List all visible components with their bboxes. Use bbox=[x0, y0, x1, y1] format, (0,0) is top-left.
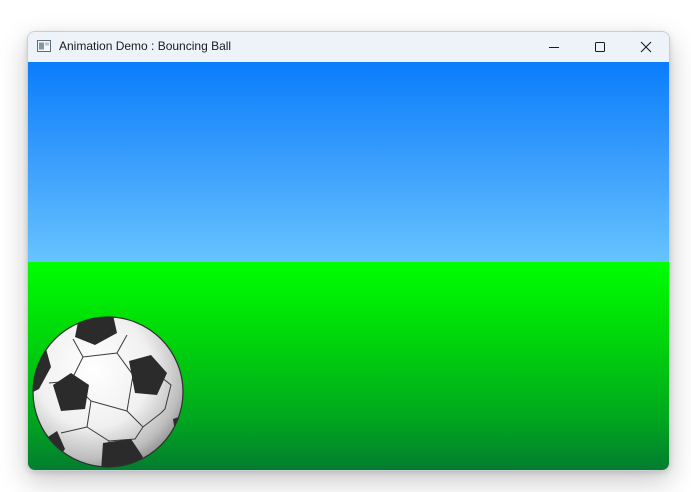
window-app-icon bbox=[37, 40, 51, 52]
minimize-icon bbox=[549, 47, 559, 48]
maximize-button[interactable] bbox=[577, 32, 623, 62]
close-icon bbox=[640, 41, 652, 53]
title-bar[interactable]: Animation Demo : Bouncing Ball bbox=[28, 32, 669, 62]
sky-background bbox=[28, 62, 669, 262]
soccer-ball bbox=[32, 316, 184, 468]
maximize-icon bbox=[595, 42, 605, 52]
app-window: Animation Demo : Bouncing Ball bbox=[27, 31, 670, 471]
close-button[interactable] bbox=[623, 32, 669, 62]
minimize-button[interactable] bbox=[531, 32, 577, 62]
animation-canvas[interactable] bbox=[28, 62, 669, 470]
window-title: Animation Demo : Bouncing Ball bbox=[59, 39, 232, 53]
